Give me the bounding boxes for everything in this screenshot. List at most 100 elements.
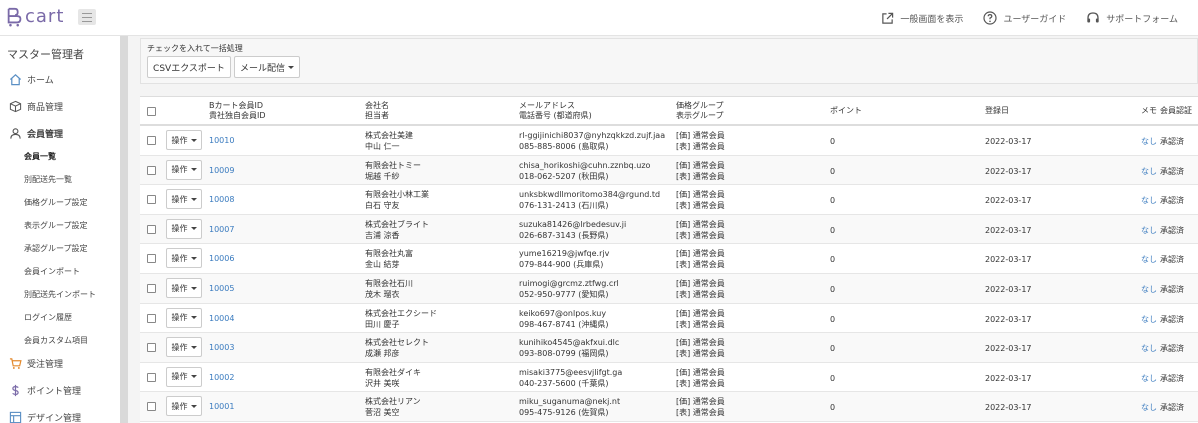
company-name: 有限会社丸富: [365, 249, 413, 259]
group-cell: [価] 通常会員 [表] 通常会員: [676, 248, 725, 270]
row-checkbox[interactable]: [147, 284, 156, 293]
sidebar-sub-display-group[interactable]: 表示グループ設定: [24, 220, 88, 231]
row-actions-dropdown[interactable]: 操作: [166, 278, 202, 298]
row-actions-dropdown[interactable]: 操作: [166, 159, 202, 180]
registered-date: 2022-03-17: [985, 166, 1032, 176]
sidebar-item-label: ホーム: [27, 75, 54, 86]
member-id-link[interactable]: 10005: [209, 283, 234, 294]
row-checkbox[interactable]: [147, 313, 156, 323]
email-address: keiko697@onlpos.kuy: [519, 308, 607, 318]
table-header: Bカート会員ID 貴社独自会員ID 会社名 担当者 メールアドレス 電話番号 (都道府…: [140, 97, 1198, 126]
mail-delivery-dropdown[interactable]: メール配信: [234, 56, 300, 78]
member-id-link[interactable]: 10006: [209, 253, 234, 264]
memo-link[interactable]: なし: [1141, 284, 1157, 295]
contact-person: 白石 守友: [365, 201, 400, 211]
view-storefront-link[interactable]: 一般画面を表示: [881, 12, 963, 25]
memo-link[interactable]: なし: [1141, 195, 1157, 206]
memo-link[interactable]: なし: [1141, 343, 1157, 354]
sidebar-sub-member-import[interactable]: 会員インポート: [24, 266, 80, 277]
row-checkbox[interactable]: [147, 165, 156, 175]
row-actions-label: 操作: [171, 283, 188, 293]
row-checkbox[interactable]: [147, 402, 156, 412]
sidebar-sub-price-group[interactable]: 価格グループ設定: [24, 197, 88, 208]
sidebar-sub-custom-fields[interactable]: 会員カスタム項目: [24, 335, 88, 346]
row-actions-dropdown[interactable]: 操作: [166, 189, 202, 210]
row-actions-dropdown[interactable]: 操作: [166, 307, 202, 328]
sidebar-item-home[interactable]: ホーム: [8, 72, 54, 86]
sidebar-sub-alt-shipping[interactable]: 別配送先一覧: [24, 174, 72, 185]
user-guide-link[interactable]: ユーザーガイド: [983, 11, 1066, 25]
row-checkbox[interactable]: [147, 195, 156, 205]
col-header-id: Bカート会員ID 貴社独自会員ID: [209, 101, 266, 120]
points-value: 0: [830, 166, 836, 176]
csv-export-button[interactable]: CSVエクスポート: [147, 56, 231, 78]
memo-link[interactable]: なし: [1141, 166, 1157, 177]
member-id-link[interactable]: 10009: [209, 165, 234, 176]
sidebar-scrollbar[interactable]: [120, 36, 128, 423]
memo-link[interactable]: なし: [1141, 136, 1157, 147]
memo-link[interactable]: なし: [1141, 402, 1157, 413]
contact-cell: unksbkwdllmoritomo384@rgund.td 076-131-24…: [519, 189, 660, 211]
registered-date: 2022-03-17: [985, 403, 1032, 413]
email-address: suzuka81426@lrbedesuv.ji: [519, 219, 627, 229]
company-name: 株式会社リアン: [365, 397, 421, 407]
row-actions-dropdown[interactable]: 操作: [166, 366, 202, 387]
sidebar-sub-login-history[interactable]: ログイン履歴: [24, 312, 72, 323]
chevron-down-icon: [190, 227, 197, 231]
member-id-link[interactable]: 10003: [209, 342, 234, 353]
chevron-down-icon: [190, 256, 197, 260]
row-checkbox[interactable]: [147, 254, 156, 264]
sidebar-item-products[interactable]: 商品管理: [8, 99, 63, 113]
company-cell: 有限会社石川 茂木 瑠衣: [365, 278, 413, 300]
row-checkbox[interactable]: [147, 224, 156, 234]
headset-icon: [1087, 12, 1099, 23]
group-cell: [価] 通常会員 [表] 通常会員: [676, 160, 725, 182]
support-form-link[interactable]: サポートフォーム: [1086, 11, 1178, 25]
group-cell: [価] 通常会員 [表] 通常会員: [676, 189, 725, 211]
sidebar-item-points[interactable]: ポイント管理: [8, 383, 81, 397]
chevron-down-icon: [288, 65, 294, 69]
home-icon: [8, 72, 22, 86]
group-cell: [価] 通常会員 [表] 通常会員: [676, 396, 725, 418]
contact-cell: misaki3775@eesvjlifgt.ga 040-237-5600 (千葉…: [519, 367, 622, 389]
member-id-link[interactable]: 10008: [209, 194, 234, 205]
member-id-link[interactable]: 10004: [209, 313, 234, 324]
sidebar-item-design[interactable]: デザイン管理: [8, 410, 81, 423]
row-actions-dropdown[interactable]: 操作: [166, 130, 202, 150]
price-group: [価] 通常会員: [676, 397, 725, 407]
member-id-link[interactable]: 10010: [209, 135, 234, 146]
company-cell: 株式会社セレクト 成瀬 邦彦: [365, 337, 429, 359]
member-id-link[interactable]: 10007: [209, 224, 234, 235]
company-name: 株式会社エクシード: [365, 308, 437, 318]
sidebar-sub-approval-group[interactable]: 承認グループ設定: [24, 243, 88, 254]
row-actions-dropdown[interactable]: 操作: [166, 248, 202, 269]
menu-toggle-button[interactable]: [78, 9, 96, 25]
memo-link[interactable]: なし: [1141, 314, 1157, 325]
row-actions-dropdown[interactable]: 操作: [166, 218, 202, 239]
memo-link[interactable]: なし: [1141, 373, 1157, 384]
bcart-logo[interactable]: cart: [6, 7, 64, 27]
row-checkbox[interactable]: [147, 372, 156, 382]
col-header-group: 価格グループ 表示グループ: [676, 101, 724, 120]
member-id-link[interactable]: 10001: [209, 401, 234, 412]
company-cell: 有限会社トミー 堀越 千紗: [365, 160, 421, 182]
phone-number: 018-062-5207 (秋田県): [519, 171, 609, 181]
sidebar-item-members[interactable]: 会員管理: [8, 126, 63, 140]
email-address: ruimogi@grcmz.ztfwg.crl: [519, 279, 619, 288]
row-actions-dropdown[interactable]: 操作: [166, 396, 202, 417]
sidebar-item-orders[interactable]: 受注管理: [8, 356, 63, 370]
memo-link[interactable]: なし: [1141, 225, 1157, 236]
row-checkbox[interactable]: [147, 343, 156, 353]
row-actions-dropdown[interactable]: 操作: [166, 337, 202, 358]
layout-icon: [8, 410, 22, 423]
cart-icon: [8, 356, 22, 370]
row-checkbox[interactable]: [147, 136, 156, 145]
csv-export-label: CSVエクスポート: [153, 63, 225, 74]
select-all-checkbox[interactable]: [147, 107, 156, 116]
display-group: [表] 通常会員: [676, 230, 725, 240]
sidebar-sub-member-list[interactable]: 会員一覧: [24, 151, 56, 162]
sidebar-sub-shipping-import[interactable]: 別配送先インポート: [24, 289, 96, 300]
memo-link[interactable]: なし: [1141, 254, 1157, 265]
member-id-link[interactable]: 10002: [209, 372, 234, 383]
price-group: [価] 通常会員: [676, 131, 725, 140]
